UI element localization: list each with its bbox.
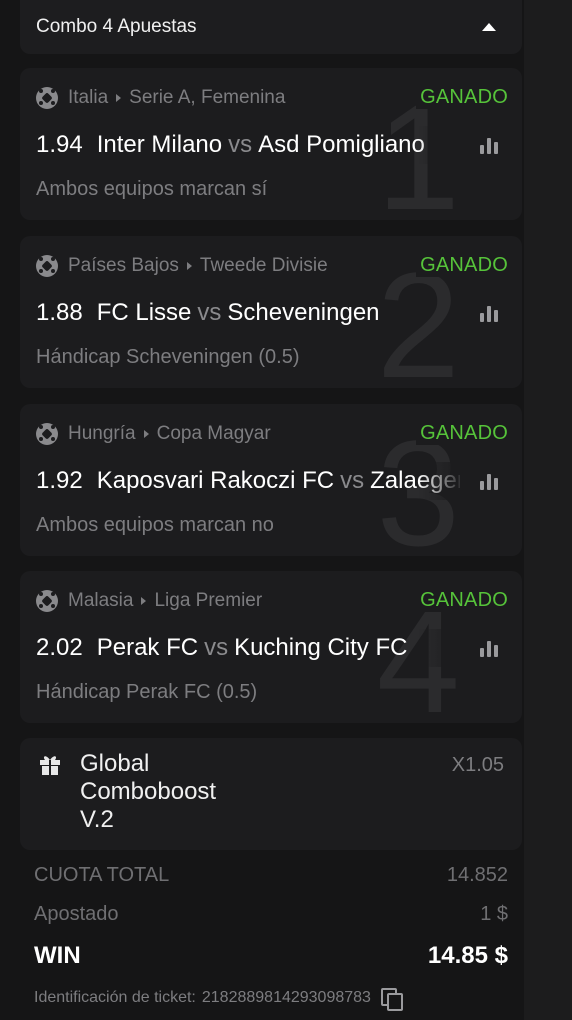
bet-card-1[interactable]: 1 Italia Serie A, Femenina GANADO 1.94 I… bbox=[20, 68, 522, 220]
status-badge: GANADO bbox=[416, 422, 508, 445]
league-label: Copa Magyar bbox=[156, 423, 271, 444]
boost-name: Global Comboboost V.2 bbox=[80, 750, 280, 834]
vs-label: vs bbox=[340, 467, 365, 494]
total-odds-row: CUOTA TOTAL 14.852 bbox=[34, 864, 508, 887]
vs-label: vs bbox=[204, 634, 229, 661]
home-team: Kaposvari Rakoczi FC bbox=[96, 467, 335, 494]
win-row: WIN 14.85 $ bbox=[34, 942, 508, 970]
match-row[interactable]: 1.92 Kaposvari Rakoczi FC vs Zalaegersze… bbox=[36, 464, 460, 498]
copy-icon[interactable] bbox=[380, 988, 403, 1011]
match-row[interactable]: 2.02 Perak FC vs Kuching City FC bbox=[36, 631, 460, 665]
breadcrumb-arrow-icon bbox=[116, 94, 122, 102]
league-label: Tweede Divisie bbox=[199, 255, 328, 276]
vs-label: vs bbox=[228, 131, 253, 158]
soccer-ball-icon bbox=[36, 590, 58, 612]
status-badge: GANADO bbox=[416, 254, 508, 277]
stake-label: Apostado bbox=[34, 903, 119, 925]
stats-icon[interactable] bbox=[480, 641, 502, 657]
bet-odds: 1.88 bbox=[36, 299, 83, 326]
win-label: WIN bbox=[34, 942, 81, 969]
bet-odds: 1.92 bbox=[36, 467, 83, 494]
away-team: Kuching City FC bbox=[234, 634, 408, 661]
home-team: FC Lisse bbox=[96, 299, 192, 326]
chevron-up-icon[interactable] bbox=[482, 23, 496, 31]
total-odds-value: 14.852 bbox=[446, 864, 508, 886]
stats-icon[interactable] bbox=[480, 306, 502, 322]
total-odds-label: CUOTA TOTAL bbox=[34, 864, 170, 886]
country-label: Hungría bbox=[68, 423, 136, 444]
boost-name-line: V.2 bbox=[80, 806, 114, 833]
boost-name-line: Comboboost bbox=[80, 778, 217, 805]
bet-odds: 1.94 bbox=[36, 131, 83, 158]
bet-market: Ambos equipos marcan sí bbox=[36, 178, 268, 200]
bet-odds: 2.02 bbox=[36, 634, 83, 661]
stake-row: Apostado 1 $ bbox=[34, 903, 508, 926]
comboboost-card: Global Comboboost V.2 X1.05 bbox=[20, 738, 522, 850]
away-team: Asd Pomigliano bbox=[258, 131, 425, 158]
ticket-id: 2182889814293098783 bbox=[201, 989, 371, 1006]
bet-market: Hándicap Scheveningen (0.5) bbox=[36, 346, 300, 368]
vs-label: vs bbox=[197, 299, 222, 326]
boost-name-line: Global bbox=[80, 750, 150, 777]
ticket-id-row: Identificación de ticket: 21828898142930… bbox=[34, 988, 403, 1011]
stats-icon[interactable] bbox=[480, 474, 502, 490]
text-fade bbox=[418, 126, 462, 164]
combo-title: Combo 4 Apuestas bbox=[36, 16, 197, 37]
right-edge-panel bbox=[524, 0, 572, 1020]
stake-value: 1 $ bbox=[480, 903, 508, 925]
status-badge: GANADO bbox=[416, 86, 508, 109]
breadcrumb-arrow-icon bbox=[141, 597, 147, 605]
combo-header[interactable]: Combo 4 Apuestas bbox=[20, 0, 522, 54]
home-team: Inter Milano bbox=[96, 131, 223, 158]
text-fade bbox=[418, 462, 462, 500]
bet-market: Ambos equipos marcan no bbox=[36, 514, 274, 536]
league-label: Liga Premier bbox=[154, 590, 263, 611]
win-value: 14.85 $ bbox=[427, 942, 508, 969]
ticket-label: Identificación de ticket: bbox=[34, 989, 196, 1006]
soccer-ball-icon bbox=[36, 255, 58, 277]
bet-market: Hándicap Perak FC (0.5) bbox=[36, 681, 258, 703]
bet-card-2[interactable]: 2 Países Bajos Tweede Divisie GANADO 1.8… bbox=[20, 236, 522, 388]
league-label: Serie A, Femenina bbox=[129, 87, 286, 108]
status-badge: GANADO bbox=[416, 589, 508, 612]
away-team: Scheveningen bbox=[227, 299, 380, 326]
stats-icon[interactable] bbox=[480, 138, 502, 154]
home-team: Perak FC bbox=[96, 634, 199, 661]
soccer-ball-icon bbox=[36, 87, 58, 109]
match-row[interactable]: 1.94 Inter Milano vs Asd Pomigliano bbox=[36, 128, 460, 162]
breadcrumb-arrow-icon bbox=[186, 262, 192, 270]
boost-multiplier: X1.05 bbox=[451, 754, 504, 776]
breadcrumb-arrow-icon bbox=[143, 430, 149, 438]
country-label: Malasia bbox=[68, 590, 134, 611]
country-label: Países Bajos bbox=[68, 255, 179, 276]
text-fade bbox=[418, 629, 462, 667]
bet-card-3[interactable]: 3 Hungría Copa Magyar GANADO 1.92 Kaposv… bbox=[20, 404, 522, 556]
match-row[interactable]: 1.88 FC Lisse vs Scheveningen bbox=[36, 296, 460, 330]
gift-icon bbox=[40, 756, 60, 775]
country-label: Italia bbox=[68, 87, 109, 108]
soccer-ball-icon bbox=[36, 423, 58, 445]
bet-card-4[interactable]: 4 Malasia Liga Premier GANADO 2.02 Perak… bbox=[20, 571, 522, 723]
